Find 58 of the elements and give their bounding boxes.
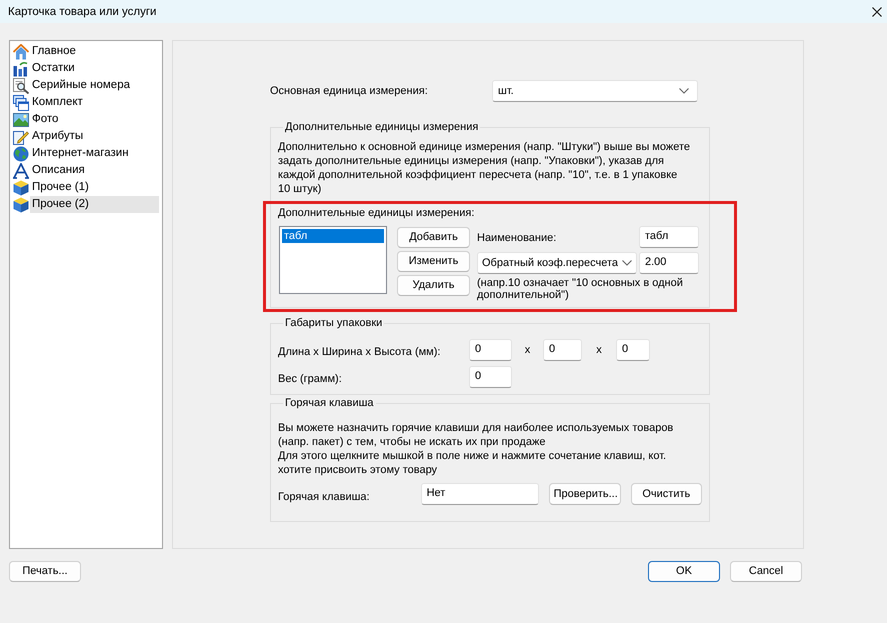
units-listbox[interactable]: табл	[279, 226, 387, 294]
landscape-picture-icon	[13, 112, 29, 128]
print-button[interactable]: Печать...	[9, 561, 81, 582]
document-pencil-icon	[13, 128, 29, 144]
number-field[interactable]: 0	[469, 366, 512, 388]
sidebar-item[interactable]: Описания	[30, 162, 159, 179]
sidebar-item[interactable]: Атрибуты	[30, 128, 159, 145]
sidebar-item[interactable]: Главное	[30, 43, 159, 60]
field-label: Наименование:	[477, 231, 556, 245]
sidebar-item[interactable]: Прочее (1)	[30, 179, 159, 196]
description-text: Для этого щелкните мышкой в поле ниже и нажмите сочетание клавиш, кот. хотите присвоить этому товару	[278, 449, 668, 477]
list-item[interactable]: табл	[282, 229, 384, 243]
multiply-sign: x	[595, 343, 603, 357]
hotkey-field[interactable]: Нет	[420, 483, 539, 505]
sidebar-item[interactable]: Интернет-магазин	[30, 145, 159, 162]
globe-icon	[13, 146, 29, 162]
multiply-sign: x	[524, 343, 532, 357]
group-title: Габариты упаковки	[284, 316, 384, 330]
sidebar-item[interactable]: Серийные номера	[30, 77, 159, 94]
sidebar-item[interactable]: Прочее (2)	[30, 196, 159, 213]
list-label: Дополнительные единицы измерения:	[278, 206, 476, 220]
group-title: Горячая клавиша	[284, 396, 375, 410]
edit-button[interactable]: Изменить	[397, 251, 470, 272]
field-label: Горячая клавиша:	[278, 490, 371, 504]
bar-chart-icon	[13, 60, 29, 76]
field-label: Длина х Ширина х Высота (мм):	[278, 345, 442, 359]
field-label: Основная единица измерения:	[270, 84, 429, 98]
cube-icon	[13, 180, 29, 196]
sidebar-item[interactable]: Фото	[30, 111, 159, 128]
factor-field[interactable]: 2.00	[639, 252, 699, 274]
stacked-windows-icon	[13, 94, 29, 110]
add-button[interactable]: Добавить	[397, 227, 470, 248]
field-label: Вес (грамм):	[278, 372, 343, 386]
delete-button[interactable]: Удалить	[397, 275, 470, 296]
window-title: Карточка товара или услуги	[8, 4, 156, 18]
description-text: Вы можете назначить горячие клавиши для наиболее используемых товаров (напр. пакет) с тем, чтобы не искать их при продаже	[278, 421, 674, 449]
cancel-button[interactable]: Cancel	[730, 561, 802, 582]
check-button[interactable]: Проверить...	[548, 483, 621, 505]
close-icon	[872, 6, 882, 16]
number-field[interactable]: 0	[469, 339, 512, 361]
sidebar-item[interactable]: Остатки	[30, 60, 159, 77]
ok-button[interactable]: OK	[648, 561, 720, 582]
unit-dropdown[interactable]: шт.	[492, 80, 698, 102]
magnifier-document-icon	[13, 78, 29, 94]
number-field[interactable]: 0	[616, 339, 650, 361]
house-icon	[13, 44, 29, 60]
chevron-down-icon	[679, 88, 689, 94]
hint-text: (напр.10 означает "10 основных в одной дополнительной")	[477, 277, 684, 301]
cube-icon	[13, 196, 29, 212]
clear-button[interactable]: Очистить	[630, 483, 702, 505]
font-icon	[13, 162, 29, 178]
chevron-down-icon	[622, 260, 632, 266]
sidebar-item[interactable]: Комплект	[30, 94, 159, 111]
group-title: Дополнительные единицы измерения	[284, 120, 480, 134]
description-text: Дополнительно к основной единице измерения (напр. "Штуки") выше вы можете задать дополнительные единицы измерения (напр. "Упаковки"), указав для каждой дополнительной коэффициент пересчета (напр. "10", т.е. в 1 упаковке 10 штук)	[278, 140, 692, 196]
name-field[interactable]: табл	[639, 226, 699, 248]
factor-type-dropdown[interactable]: Обратный коэф.пересчета	[477, 252, 637, 274]
number-field[interactable]: 0	[543, 339, 582, 361]
